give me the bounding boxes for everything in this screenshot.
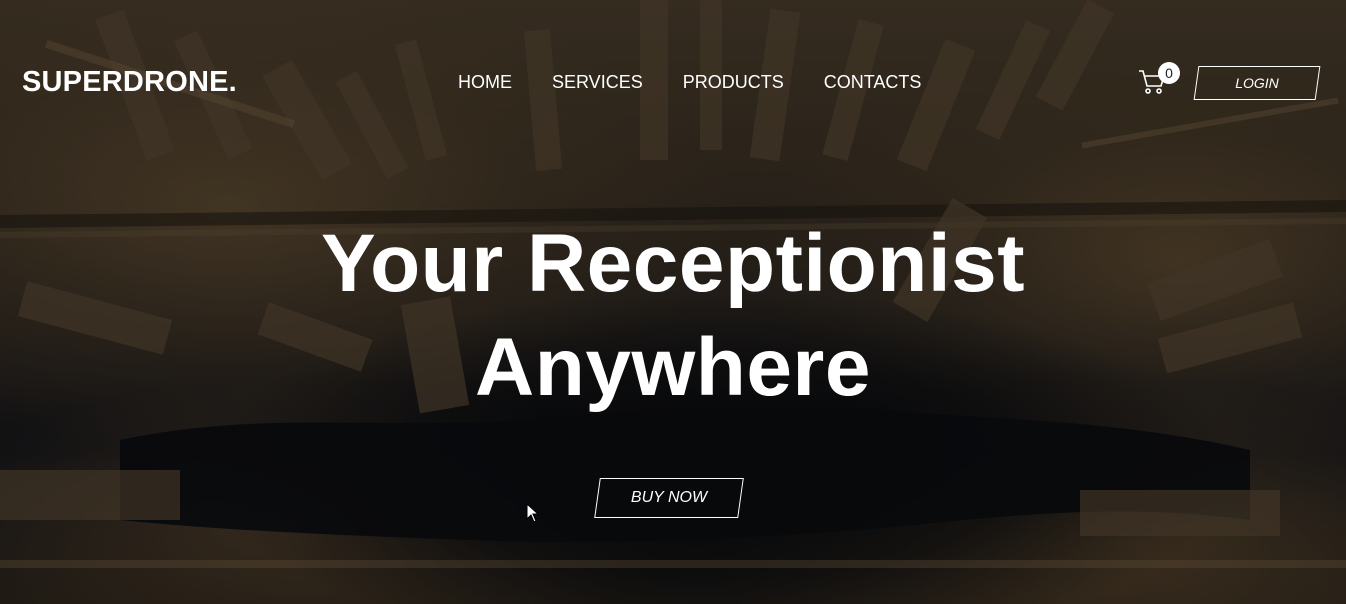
buy-now-label: BUY NOW	[630, 489, 708, 506]
hero-title-line1: Your Receptionist	[320, 218, 1026, 309]
hero-title-line2: Anywhere	[475, 322, 871, 413]
mouse-cursor-icon	[526, 503, 540, 523]
site-header: SUPERDRONE. HOME SERVICES PRODUCTS CONTA…	[0, 0, 1346, 165]
login-button[interactable]: LOGIN	[1196, 66, 1318, 100]
cart-count-badge: 0	[1158, 62, 1180, 84]
nav-contacts[interactable]: CONTACTS	[824, 72, 922, 93]
nav-home[interactable]: HOME	[458, 72, 512, 93]
nav-services[interactable]: SERVICES	[552, 72, 643, 93]
hero-title: Your Receptionist Anywhere	[0, 212, 1346, 420]
main-nav: HOME SERVICES PRODUCTS CONTACTS	[458, 72, 961, 93]
buy-now-button[interactable]: BUY NOW	[597, 478, 741, 518]
login-button-label: LOGIN	[1235, 75, 1279, 91]
site-logo[interactable]: SUPERDRONE.	[22, 66, 237, 99]
nav-products[interactable]: PRODUCTS	[683, 72, 784, 93]
cart-button[interactable]: 0	[1138, 62, 1182, 98]
